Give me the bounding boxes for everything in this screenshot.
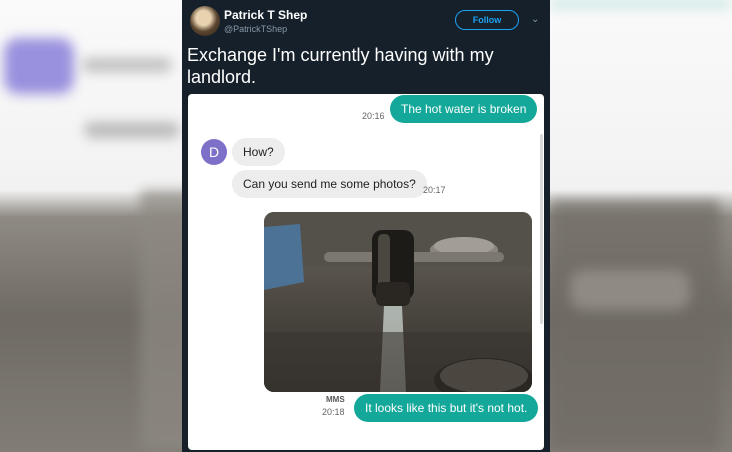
avatar[interactable] [190,6,220,36]
message-time: 20:17 [423,185,446,195]
chevron-down-icon[interactable]: ⌄ [531,14,539,25]
background-blur-left [0,0,182,452]
tweet-text: Exchange I'm currently having with my la… [187,45,494,87]
follow-button[interactable]: Follow [455,10,519,30]
message-bubble-outgoing: The hot water is broken [390,95,538,123]
display-name[interactable]: Patrick T Shep [224,8,307,22]
blurred-photo [140,190,182,450]
tweet-card: Patrick T Shep @PatrickTShep Follow ⌄ Ex… [182,0,550,452]
sink-faucet-image [264,212,532,392]
user-handle[interactable]: @PatrickTShep [224,24,287,34]
blurred-text [84,122,180,138]
message-time: 20:16 [362,111,385,121]
blurred-avatar [4,38,74,94]
blurred-sink [570,270,690,310]
mms-photo[interactable] [264,212,532,392]
contact-avatar: D [201,139,227,165]
message-time: 20:18 [322,407,345,417]
scrollbar[interactable] [540,134,543,324]
message-bubble-incoming: Can you send me some photos? [232,170,427,198]
blurred-text [82,58,172,72]
embedded-message-screenshot[interactable]: 20:16 The hot water is broken D How? Can… [188,94,544,450]
mms-label: MMS [326,395,345,404]
message-bubble-incoming: How? [232,138,285,166]
blurred-photo [550,200,720,450]
message-bubble-outgoing: It looks like this but it's not hot. [354,394,539,422]
background-blur-right [550,0,732,452]
blurred-bubble [550,0,732,8]
